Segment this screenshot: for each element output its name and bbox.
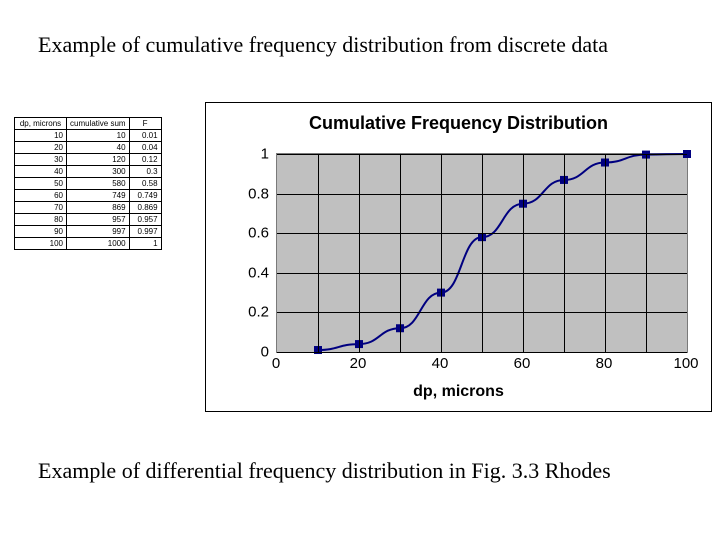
data-table: dp, micronscumulative sumF 10100.0120400… xyxy=(14,117,162,250)
table-header-row: dp, micronscumulative sumF xyxy=(15,118,162,130)
table-cell: 997 xyxy=(67,226,130,238)
chart-xtick: 40 xyxy=(432,355,449,372)
table-cell: 0.749 xyxy=(129,190,161,202)
page-heading-bottom: Example of differential frequency distri… xyxy=(38,458,611,484)
chart-ytick: 0.4 xyxy=(248,264,269,281)
table-row: 20400.04 xyxy=(15,142,162,154)
table-cell: 0.04 xyxy=(129,142,161,154)
chart-xtick: 0 xyxy=(272,355,280,372)
table-cell: 1 xyxy=(129,238,161,250)
table-cell: 869 xyxy=(67,202,130,214)
page-heading-top: Example of cumulative frequency distribu… xyxy=(38,32,608,58)
table-cell: 0.01 xyxy=(129,130,161,142)
table-cell: 580 xyxy=(67,178,130,190)
grid-line xyxy=(564,154,565,352)
grid-line xyxy=(318,154,319,352)
table-cell: 30 xyxy=(15,154,67,166)
chart-xlabel: dp, microns xyxy=(206,383,711,401)
table-row: 505800.58 xyxy=(15,178,162,190)
chart-ytick: 0 xyxy=(261,344,269,361)
table-cell: 0.869 xyxy=(129,202,161,214)
table-row: 809570.957 xyxy=(15,214,162,226)
grid-line xyxy=(523,154,524,352)
table-cell: 0.997 xyxy=(129,226,161,238)
grid-line xyxy=(400,154,401,352)
table-row: 607490.749 xyxy=(15,190,162,202)
grid-line xyxy=(441,154,442,352)
grid-line xyxy=(277,352,687,353)
chart-ytick: 0.2 xyxy=(248,304,269,321)
table-row: 909970.997 xyxy=(15,226,162,238)
chart-plot-area: 00.20.40.60.81 xyxy=(276,153,688,353)
table-cell: 749 xyxy=(67,190,130,202)
chart-xtick: 20 xyxy=(350,355,367,372)
table-cell: 300 xyxy=(67,166,130,178)
table-cell: 0.12 xyxy=(129,154,161,166)
table-cell: 50 xyxy=(15,178,67,190)
chart-ytick: 0.8 xyxy=(248,185,269,202)
grid-line xyxy=(359,154,360,352)
table-header-cell: F xyxy=(129,118,161,130)
grid-line xyxy=(646,154,647,352)
table-row: 708690.869 xyxy=(15,202,162,214)
table-cell: 90 xyxy=(15,226,67,238)
table-cell: 40 xyxy=(15,166,67,178)
table-cell: 0.957 xyxy=(129,214,161,226)
table-header-cell: cumulative sum xyxy=(67,118,130,130)
table-cell: 100 xyxy=(15,238,67,250)
chart-xtick-wrap: 020406080100 xyxy=(276,355,686,375)
table-cell: 0.3 xyxy=(129,166,161,178)
table-cell: 0.58 xyxy=(129,178,161,190)
table-row: 10010001 xyxy=(15,238,162,250)
chart-xtick: 60 xyxy=(514,355,531,372)
chart-line xyxy=(318,154,687,350)
grid-line xyxy=(605,154,606,352)
chart-title: Cumulative Frequency Distribution xyxy=(206,113,711,134)
table-cell: 40 xyxy=(67,142,130,154)
table-row: 403000.3 xyxy=(15,166,162,178)
chart-ytick: 1 xyxy=(261,146,269,163)
table-cell: 70 xyxy=(15,202,67,214)
table-row: 10100.01 xyxy=(15,130,162,142)
table-cell: 10 xyxy=(15,130,67,142)
table-header-cell: dp, microns xyxy=(15,118,67,130)
table-cell: 10 xyxy=(67,130,130,142)
grid-line xyxy=(482,154,483,352)
table-row: 301200.12 xyxy=(15,154,162,166)
table-cell: 957 xyxy=(67,214,130,226)
chart-ytick: 0.6 xyxy=(248,225,269,242)
chart-xtick: 80 xyxy=(596,355,613,372)
table-cell: 20 xyxy=(15,142,67,154)
chart-xtick: 100 xyxy=(673,355,698,372)
chart-container: Cumulative Frequency Distribution 00.20.… xyxy=(205,102,712,412)
table-cell: 80 xyxy=(15,214,67,226)
table-cell: 120 xyxy=(67,154,130,166)
table-cell: 1000 xyxy=(67,238,130,250)
table-cell: 60 xyxy=(15,190,67,202)
